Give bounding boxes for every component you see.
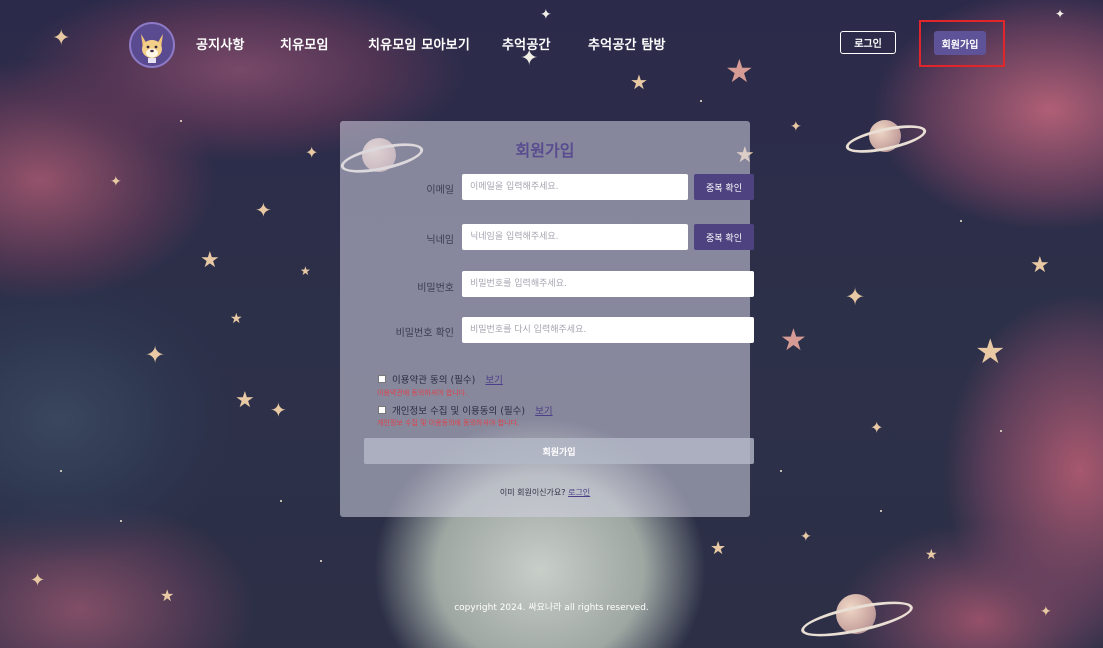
- nickname-duplicate-check-button[interactable]: 중복 확인: [694, 224, 754, 250]
- login-link[interactable]: 로그인: [568, 488, 590, 497]
- star-dot: [320, 560, 322, 562]
- star-icon: ✦: [255, 198, 272, 222]
- login-button[interactable]: 로그인: [840, 31, 896, 54]
- terms-checkbox[interactable]: [378, 375, 386, 383]
- nav-memory-space-explore[interactable]: 추억공간 탐방: [588, 34, 666, 53]
- star-dot: [1000, 430, 1002, 432]
- footer-copyright: copyright 2024. 싸요나라 all rights reserved…: [454, 603, 649, 613]
- signup-button[interactable]: 회원가입: [934, 31, 986, 55]
- planet-decoration: [798, 584, 916, 644]
- star-dot: [780, 470, 782, 472]
- star-icon: ★: [925, 547, 938, 563]
- planet-decoration: [843, 112, 929, 162]
- signup-submit-button[interactable]: 회원가입: [364, 438, 754, 464]
- privacy-label: 개인정보 수집 및 이용동의 (필수): [392, 406, 526, 417]
- privacy-agree-row: 개인정보 수집 및 이용동의 (필수) 보기: [378, 403, 553, 417]
- star-icon: ✦: [870, 418, 884, 437]
- privacy-error: 개인정보 수집 및 이용동의에 동의하셔야 합니다.: [377, 419, 520, 427]
- terms-error: 이용약관에 동의하셔야 합니다.: [377, 389, 468, 397]
- star-icon: ✦: [800, 529, 812, 545]
- nav-memory-space[interactable]: 추억공간: [502, 34, 551, 53]
- star-dot: [880, 510, 882, 512]
- nav-healing-meeting[interactable]: 치유모임: [280, 34, 329, 53]
- star-icon: ★: [710, 538, 727, 559]
- password-label: 비밀번호: [417, 283, 454, 294]
- star-icon: ✦: [30, 570, 46, 591]
- star-dot: [280, 500, 282, 502]
- terms-view-link[interactable]: 보기: [485, 372, 502, 386]
- star-icon: ★: [200, 248, 220, 273]
- star-icon: ✦: [110, 174, 122, 190]
- privacy-view-link[interactable]: 보기: [535, 403, 552, 417]
- star-icon: ✦: [790, 119, 802, 135]
- email-input[interactable]: [462, 174, 688, 200]
- star-dot: [120, 520, 122, 522]
- nickname-input[interactable]: [462, 224, 688, 250]
- star-icon: ✦: [145, 341, 166, 369]
- terms-label: 이용약관 동의 (필수): [392, 375, 476, 386]
- nickname-label: 닉네임: [426, 235, 454, 246]
- star-dot: [700, 100, 702, 102]
- already-member-text: 이미 회원이신가요?: [499, 488, 566, 497]
- star-icon: ★: [235, 388, 255, 413]
- star-icon: ✦: [305, 143, 319, 162]
- nav-healing-meeting-list[interactable]: 치유모임 모아보기: [368, 34, 470, 53]
- star-icon: ✦: [845, 283, 866, 311]
- password-input[interactable]: [462, 271, 754, 297]
- star-icon: ★: [230, 311, 243, 327]
- star-icon: ★: [300, 264, 311, 278]
- dog-face-icon: [141, 34, 163, 63]
- privacy-checkbox[interactable]: [378, 406, 386, 414]
- signup-title: 회원가입: [515, 141, 575, 160]
- star-icon: ★: [975, 332, 1006, 372]
- email-duplicate-check-button[interactable]: 중복 확인: [694, 174, 754, 200]
- star-dot: [960, 220, 962, 222]
- password-confirm-label: 비밀번호 확인: [395, 328, 454, 339]
- already-member-row: 이미 회원이신가요? 로그인: [340, 487, 750, 498]
- nav-notice[interactable]: 공지사항: [196, 34, 245, 53]
- password-confirm-input[interactable]: [462, 317, 754, 343]
- terms-agree-row: 이용약관 동의 (필수) 보기: [378, 372, 503, 386]
- star-icon: ✦: [270, 398, 287, 422]
- email-label: 이메일: [426, 185, 454, 196]
- star-dot: [60, 470, 62, 472]
- top-navigation: 공지사항 치유모임 치유모임 모아보기 추억공간 추억공간 탐방 로그인 회원가…: [0, 0, 1103, 86]
- site-logo[interactable]: [129, 22, 175, 68]
- star-icon: ★: [1030, 253, 1050, 278]
- star-dot: [180, 120, 182, 122]
- star-icon: ★: [780, 323, 807, 358]
